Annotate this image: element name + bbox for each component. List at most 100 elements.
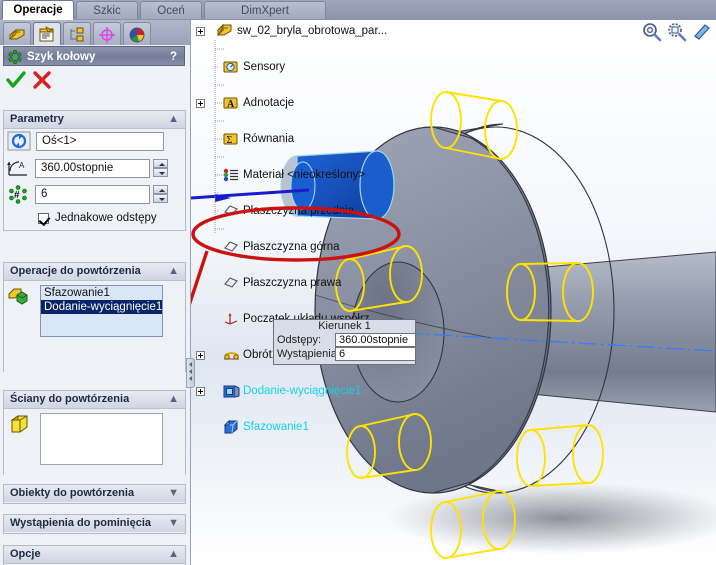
svg-text:A: A (19, 161, 25, 170)
list-item[interactable]: Sfazowanie1 (41, 286, 162, 300)
tree-item-plaszczyzna-prawa[interactable]: Płaszczyzna prawa (203, 274, 503, 292)
face-selection-icon (10, 415, 29, 437)
dimxpert-icon[interactable] (93, 22, 121, 45)
group-features-to-pattern: Operacje do powtórzenia ▲ Sfazowanie1 Do… (3, 262, 186, 372)
configurations-icon[interactable] (63, 22, 91, 45)
tab-ocen[interactable]: Oceń (140, 1, 202, 19)
tree-item-label: Sfazowanie1 (243, 421, 309, 433)
group-features-body: Sfazowanie1 Dodanie-wyciągnięcie1 (4, 281, 185, 372)
tree-expander-plus-icon[interactable] (196, 99, 205, 108)
group-faces-to-pattern: Ściany do powtórzenia ▲ (3, 390, 186, 475)
chevron-down-icon[interactable]: ▼ (168, 515, 179, 532)
property-manager-header: Szyk kołowy ? (3, 46, 185, 66)
group-faces-header[interactable]: Ściany do powtórzenia ▲ (4, 391, 185, 409)
angle-spinner[interactable] (153, 159, 168, 178)
panel-splitter-handle[interactable] (186, 358, 195, 388)
tree-item-label: Materiał <nieokreślony> (243, 169, 366, 181)
tab-operacje[interactable]: Operacje (2, 0, 74, 20)
group-faces-title: Ściany do powtórzenia (10, 393, 130, 405)
chevron-up-icon[interactable]: ▲ (168, 546, 179, 563)
part-icon (217, 23, 234, 44)
angle-icon (8, 115, 32, 139)
tree-item-sensory[interactable]: Sensory (203, 58, 503, 76)
group-features-header[interactable]: Operacje do powtórzenia ▲ (4, 263, 185, 281)
callout-key-spacing: Odstępy: (277, 334, 322, 346)
angle-row: A 360.00stopnie (3, 158, 186, 182)
callout-value-instances[interactable]: 6 (335, 347, 416, 361)
tree-item-plaszczyzna-gorna[interactable]: Płaszczyzna górna (203, 238, 503, 256)
section-view-icon[interactable] (692, 22, 712, 45)
property-manager-panel: Szyk kołowy ? Parametry ▲ Oś<1> A 360.00… (0, 20, 191, 565)
equal-spacing-checkbox[interactable] (38, 213, 49, 224)
graphics-viewport[interactable]: sw_02_bryla_obrotowa_par... Sensory A Ad… (191, 20, 716, 565)
feature-tree-icon[interactable] (3, 22, 31, 45)
direction-callout[interactable]: Kierunek 1 Odstępy: 360.00stopnie Wystąp… (273, 319, 416, 365)
chamfer-icon (223, 419, 240, 441)
parametry-group-bottom (3, 230, 186, 231)
tree-item-material[interactable]: Materiał <nieokreślony> (203, 166, 503, 184)
ok-button[interactable] (6, 70, 26, 93)
instance-count-input[interactable]: 6 (35, 185, 150, 204)
instance-count-icon: # (7, 185, 29, 207)
faces-to-pattern-list[interactable] (40, 413, 163, 465)
svg-text:A: A (227, 99, 235, 110)
svg-text:#: # (14, 190, 20, 201)
callout-title: Kierunek 1 (318, 320, 371, 332)
group-faces-body (4, 409, 185, 475)
chevron-down-icon[interactable]: ▼ (168, 485, 179, 502)
tree-item-dodanie-wyciagniecie1[interactable]: Dodanie-wyciągnięcie1 (196, 382, 503, 400)
chevron-up-icon[interactable]: ▲ (168, 111, 179, 128)
manager-tab-bar (0, 20, 190, 45)
tree-item-label: Równania (243, 133, 295, 145)
cancel-button[interactable] (32, 70, 52, 93)
group-instances-header[interactable]: Wystąpienia do pominięcia ▼ (4, 515, 185, 532)
zoom-to-area-icon[interactable] (667, 22, 687, 45)
tree-item-part[interactable]: sw_02_bryla_obrotowa_par... (196, 22, 503, 40)
annotations-folder-icon: A (223, 96, 239, 116)
help-button[interactable]: ? (170, 47, 177, 67)
tab-szkic[interactable]: Szkic (76, 1, 138, 19)
zoom-to-fit-icon[interactable] (642, 22, 662, 45)
features-to-pattern-list[interactable]: Sfazowanie1 Dodanie-wyciągnięcie1 (40, 285, 163, 337)
chevron-up-icon[interactable]: ▲ (168, 263, 179, 280)
appearance-palette-icon[interactable] (123, 22, 151, 45)
tree-item-sfazowanie1[interactable]: Sfazowanie1 (203, 418, 503, 436)
callout-key-instances: Wystąpienia: (277, 348, 340, 360)
tree-item-label: Płaszczyzna prawa (243, 277, 342, 289)
equal-spacing-label: Jednakowe odstępy (55, 212, 157, 224)
tree-item-plaszczyzna-przednia[interactable]: Płaszczyzna przednia (203, 202, 503, 220)
instance-count-spinner[interactable] (153, 185, 168, 204)
group-options-title: Opcje (10, 548, 41, 560)
tree-item-rownania[interactable]: Σ Równania (203, 130, 503, 148)
plane-icon (223, 276, 239, 296)
group-options-header[interactable]: Opcje ▲ (4, 546, 185, 564)
grp-border-l (3, 128, 4, 231)
group-options: Opcje ▲ (3, 545, 186, 565)
tree-item-label: Sensory (243, 61, 286, 73)
tree-item-label: Płaszczyzna górna (243, 241, 340, 253)
feature-manager-tree[interactable]: sw_02_bryla_obrotowa_par... Sensory A Ad… (196, 22, 503, 434)
list-item[interactable]: Dodanie-wyciągnięcie1 (41, 300, 162, 314)
equations-folder-icon: Σ (223, 132, 239, 152)
plane-icon (223, 204, 239, 224)
tree-item-label: sw_02_bryla_obrotowa_par... (237, 25, 388, 37)
group-bodies-to-pattern[interactable]: Obiekty do powtórzenia ▼ (3, 484, 186, 504)
tab-dimxpert-wymiarow[interactable]: DimXpert Wymiarów (204, 1, 326, 35)
group-bodies-header[interactable]: Obiekty do powtórzenia ▼ (4, 485, 185, 502)
tree-expander-plus-icon[interactable] (196, 387, 205, 396)
pattern-axis-input[interactable]: Oś<1> (36, 132, 164, 151)
tree-item-label: Dodanie-wyciągnięcie1 (243, 385, 362, 397)
feature-selection-icon (8, 287, 28, 308)
angle-input[interactable]: 360.00stopnie (35, 159, 150, 178)
group-instances-to-skip[interactable]: Wystąpienia do pominięcia ▼ (3, 514, 186, 534)
circular-pattern-icon (8, 49, 22, 71)
tree-expander-minus-icon[interactable] (196, 27, 205, 36)
property-clipboard-icon[interactable] (33, 22, 61, 45)
chevron-up-icon[interactable]: ▲ (168, 391, 179, 408)
callout-value-spacing[interactable]: 360.00stopnie (335, 333, 416, 347)
tree-expander-plus-icon[interactable] (196, 351, 205, 360)
svg-text:Σ: Σ (227, 135, 233, 146)
property-manager-title: Szyk kołowy (27, 51, 96, 63)
sensors-folder-icon (223, 60, 239, 80)
tree-item-adnotacje[interactable]: A Adnotacje (196, 94, 503, 112)
